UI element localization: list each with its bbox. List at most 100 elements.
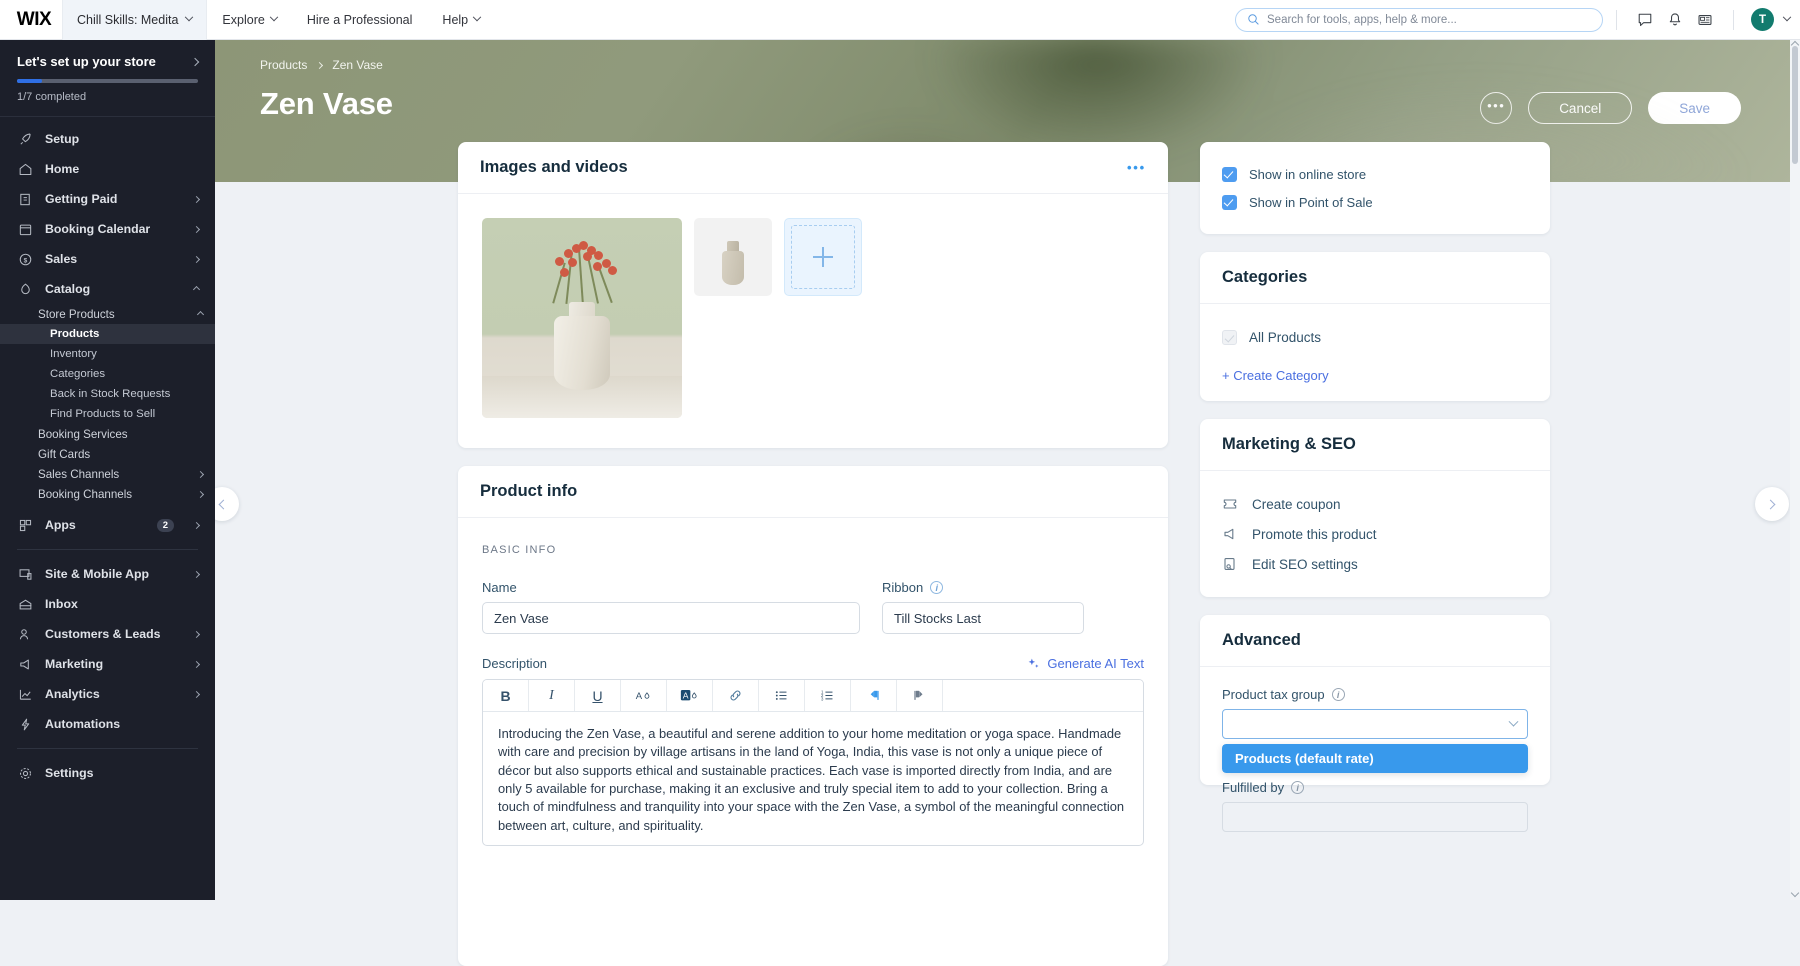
- monitor-icon: [19, 568, 32, 580]
- align-left-icon[interactable]: [851, 680, 897, 711]
- scrollbar-thumb[interactable]: [1792, 46, 1798, 164]
- sidebar-item-gift-cards[interactable]: Gift Cards: [0, 444, 215, 464]
- generate-ai-text-button[interactable]: Generate AI Text: [1027, 656, 1144, 671]
- description-textarea[interactable]: Introducing the Zen Vase, a beautiful an…: [483, 712, 1143, 845]
- left-column: Images and videos ••• Product info BASIC…: [458, 142, 1168, 966]
- sparkle-icon: [1029, 658, 1039, 668]
- advanced-card: Advanced Product tax group i Products (d…: [1200, 615, 1550, 832]
- highlight-color-icon[interactable]: A: [667, 680, 713, 711]
- show-in-online-store-row[interactable]: Show in online store: [1222, 160, 1528, 188]
- info-icon[interactable]: i: [930, 581, 944, 594]
- apps-icon: [19, 519, 32, 531]
- sidebar-item-analytics[interactable]: Analytics: [0, 679, 215, 709]
- sidebar-item-store-products[interactable]: Store Products: [0, 304, 215, 324]
- breadcrumb: Products Zen Vase: [260, 58, 1748, 72]
- advanced-header: Advanced: [1200, 615, 1550, 667]
- numbered-list-icon[interactable]: 123: [805, 680, 851, 711]
- name-input[interactable]: Zen Vase: [482, 602, 860, 634]
- chevron-down-icon: [269, 12, 279, 21]
- italic-icon[interactable]: I: [529, 680, 575, 711]
- product-image-secondary[interactable]: [694, 218, 772, 296]
- sidebar-item-find-products-to-sell[interactable]: Find Products to Sell: [0, 404, 215, 424]
- sidebar-item-site-mobile-app[interactable]: Site & Mobile App: [0, 559, 215, 589]
- dollar-icon: $: [19, 253, 32, 265]
- page-scrollbar[interactable]: [1790, 40, 1800, 900]
- topnav-help[interactable]: Help: [427, 0, 495, 40]
- sidebar-item-back-in-stock-requests[interactable]: Back in Stock Requests: [0, 384, 215, 404]
- ribbon-label: Ribbon i: [882, 580, 1084, 595]
- bold-icon[interactable]: B: [483, 680, 529, 711]
- underline-icon[interactable]: U: [575, 680, 621, 711]
- product-info-title: Product info: [480, 482, 578, 500]
- sidebar-item-categories[interactable]: Categories: [0, 364, 215, 384]
- align-right-icon[interactable]: [897, 680, 943, 711]
- description-editor: B I U A A 1 2 3 Introducing the Zen Vase…: [482, 679, 1144, 846]
- sidebar-item-setup[interactable]: Setup: [0, 124, 215, 154]
- news-updates-icon[interactable]: [1690, 5, 1720, 35]
- sidebar-item-sales-channels[interactable]: Sales Channels: [0, 464, 215, 484]
- sidebar-item-marketing[interactable]: Marketing: [0, 649, 215, 679]
- sidebar-item-catalog[interactable]: Catalog: [0, 274, 215, 304]
- promote-this-product-row[interactable]: Promote this product: [1222, 519, 1528, 549]
- sidebar-item-sales[interactable]: $ Sales: [0, 244, 215, 274]
- ribbon-input[interactable]: Till Stocks Last: [882, 602, 1084, 634]
- checkbox-checked-icon[interactable]: [1222, 166, 1237, 182]
- sidebar-label: Setup: [45, 132, 80, 146]
- home-icon: [19, 163, 32, 175]
- info-icon[interactable]: i: [1291, 781, 1305, 794]
- search-placeholder: Search for tools, apps, help & more...: [1267, 13, 1457, 26]
- topnav-hire-professional[interactable]: Hire a Professional: [292, 0, 428, 40]
- chevron-down-icon[interactable]: [1782, 12, 1792, 21]
- category-all-products-row[interactable]: All Products: [1222, 324, 1528, 350]
- create-category-button[interactable]: + Create Category: [1222, 368, 1528, 383]
- images-card-more-button[interactable]: •••: [1127, 160, 1146, 175]
- sidebar-item-getting-paid[interactable]: Getting Paid: [0, 184, 215, 214]
- sidebar-item-automations[interactable]: Automations: [0, 709, 215, 739]
- sidebar-item-inventory[interactable]: Inventory: [0, 344, 215, 364]
- text-color-icon[interactable]: A: [621, 680, 667, 711]
- setup-progress-block[interactable]: Let's set up your store 1/7 completed: [0, 40, 215, 117]
- link-icon[interactable]: [713, 680, 759, 711]
- product-tax-group-select[interactable]: [1222, 709, 1528, 739]
- categories-card: Categories All Products + Create Categor…: [1200, 252, 1550, 401]
- product-image-primary[interactable]: [482, 218, 682, 418]
- site-switcher[interactable]: Chill Skills: Medita: [62, 0, 208, 40]
- sidebar-item-booking-services[interactable]: Booking Services: [0, 424, 215, 444]
- info-icon[interactable]: i: [1331, 688, 1345, 701]
- vase-body: [554, 316, 610, 390]
- scroll-down-arrow-icon[interactable]: [1790, 888, 1800, 898]
- avatar[interactable]: T: [1751, 8, 1774, 31]
- notifications-bell-icon[interactable]: [1660, 5, 1690, 35]
- sidebar-label: Sales: [45, 252, 78, 266]
- create-coupon-row[interactable]: Create coupon: [1222, 489, 1528, 519]
- product-tax-group-label: Product tax group i: [1222, 687, 1528, 702]
- add-media-button[interactable]: [784, 218, 862, 296]
- edit-seo-settings-row[interactable]: Edit SEO settings: [1222, 549, 1528, 579]
- description-label: Description: [482, 656, 548, 671]
- next-product-button[interactable]: [1755, 487, 1789, 521]
- chevron-right-icon: [192, 690, 201, 698]
- sidebar-item-booking-calendar[interactable]: Booking Calendar: [0, 214, 215, 244]
- dropdown-option-products-default-rate[interactable]: Products (default rate): [1222, 744, 1528, 773]
- search-input[interactable]: Search for tools, apps, help & more...: [1235, 7, 1603, 32]
- wix-logo[interactable]: WIX: [0, 9, 62, 31]
- breadcrumb-products[interactable]: Products: [260, 58, 307, 72]
- show-in-point-of-sale-row[interactable]: Show in Point of Sale: [1222, 188, 1528, 216]
- sidebar-label: Inbox: [45, 597, 78, 611]
- checkbox-checked-icon[interactable]: [1222, 194, 1237, 210]
- sidebar-item-inbox[interactable]: Inbox: [0, 589, 215, 619]
- sidebar-item-apps[interactable]: Apps 2: [0, 510, 215, 540]
- chat-icon[interactable]: [1630, 5, 1660, 35]
- sidebar-label: Categories: [50, 368, 106, 380]
- sidebar-item-customers-leads[interactable]: Customers & Leads: [0, 619, 215, 649]
- edit-seo-settings-label: Edit SEO settings: [1252, 556, 1358, 572]
- fulfilled-by-input[interactable]: [1222, 802, 1528, 832]
- sidebar-label: Marketing: [45, 657, 104, 671]
- sidebar-item-settings[interactable]: Settings: [0, 758, 215, 788]
- sidebar-item-home[interactable]: Home: [0, 154, 215, 184]
- sidebar-item-booking-channels[interactable]: Booking Channels: [0, 484, 215, 504]
- sidebar-item-products[interactable]: Products: [0, 324, 215, 344]
- bulleted-list-icon[interactable]: [759, 680, 805, 711]
- topnav-explore[interactable]: Explore: [207, 0, 291, 40]
